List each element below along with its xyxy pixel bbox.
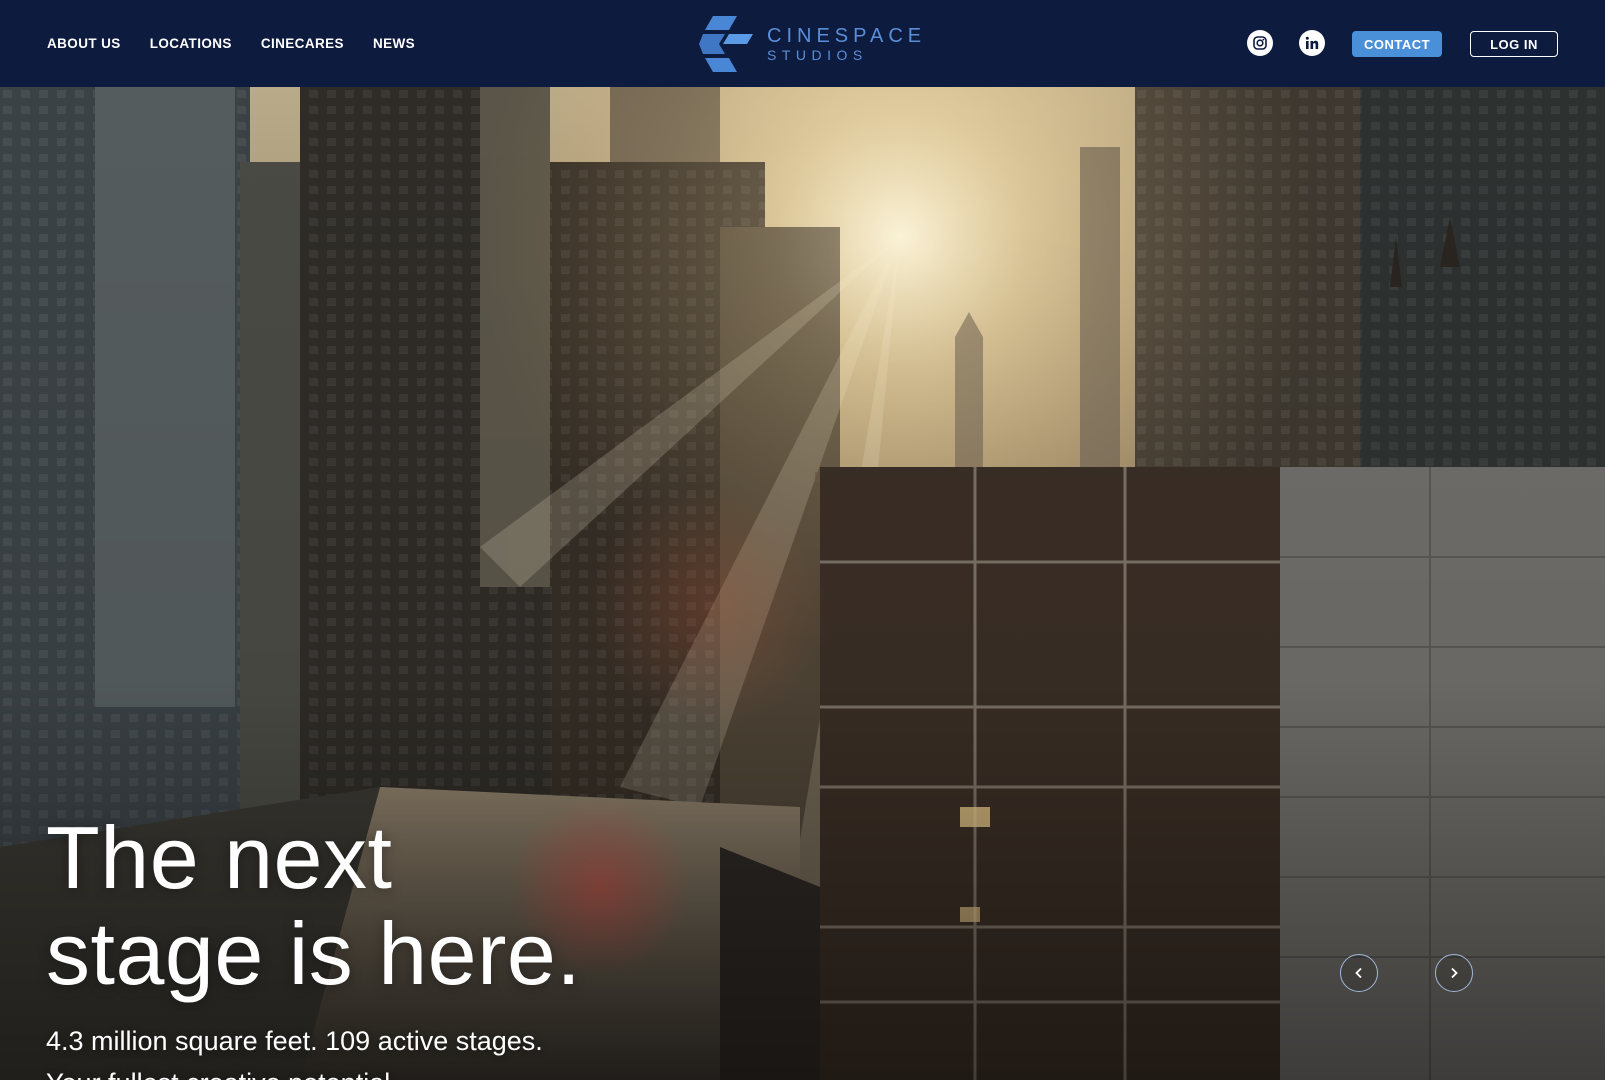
headline-line-1: The next xyxy=(46,808,393,907)
nav-locations[interactable]: LOCATIONS xyxy=(150,36,232,51)
instagram-icon xyxy=(1253,36,1267,50)
chevron-left-icon xyxy=(1355,967,1362,979)
nav-news[interactable]: NEWS xyxy=(373,36,415,51)
logo-line-cinespace: CINESPACE xyxy=(767,25,927,47)
main-menu: ABOUT US LOCATIONS CINECARES NEWS xyxy=(47,0,415,87)
top-navigation: ABOUT US LOCATIONS CINECARES NEWS CINESP… xyxy=(0,0,1605,87)
home-logo-link[interactable]: CINESPACE STUDIOS xyxy=(699,16,926,72)
chevron-right-icon xyxy=(1451,967,1458,979)
contact-button[interactable]: CONTACT xyxy=(1352,31,1442,57)
next-slide-button[interactable] xyxy=(1435,954,1473,992)
subline-line-1: 4.3 million square feet. 109 active stag… xyxy=(46,1026,543,1056)
previous-slide-button[interactable] xyxy=(1340,954,1378,992)
instagram-link[interactable] xyxy=(1247,30,1273,56)
cinespace-logo-mark-icon xyxy=(699,16,753,72)
linkedin-link[interactable] xyxy=(1299,30,1325,56)
hero-headline: The next stage is here. xyxy=(46,810,581,1002)
headline-line-2: stage is here. xyxy=(46,904,582,1003)
subline-line-2: Your fullest creative potential. xyxy=(46,1062,543,1080)
login-button[interactable]: LOG IN xyxy=(1470,31,1558,57)
hero-section: The next stage is here. 4.3 million squa… xyxy=(0,87,1605,1080)
linkedin-icon xyxy=(1305,36,1319,49)
logo-wordmark: CINESPACE STUDIOS xyxy=(767,26,926,62)
hero-subline: 4.3 million square feet. 109 active stag… xyxy=(46,1020,543,1080)
logo-line-studios: STUDIOS xyxy=(767,47,868,63)
nav-about-us[interactable]: ABOUT US xyxy=(47,36,121,51)
nav-cinecares[interactable]: CINECARES xyxy=(261,36,344,51)
